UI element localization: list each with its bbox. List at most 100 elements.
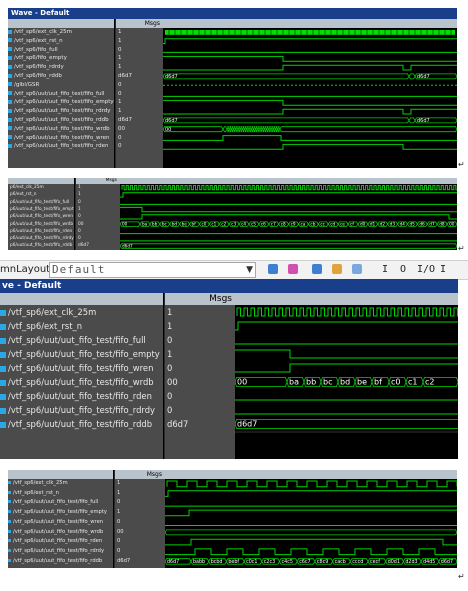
wrdb-bus-label: ba bbox=[289, 378, 299, 387]
msgs-panel: Msgs 1 1 0 1 0 00 0 0 d6d7 bbox=[114, 470, 165, 568]
signal-row[interactable]: /vtf_sp6/uut/uut_fifo_test/fifo_rddb bbox=[8, 557, 113, 567]
signal-name: p6/ext_clk_25m bbox=[10, 185, 44, 190]
signal-row[interactable]: p6/uut/uut_fifo_test/fifo_rdrdy bbox=[8, 235, 74, 242]
signal-value: 0 bbox=[117, 499, 121, 506]
signal-type-icon bbox=[8, 490, 11, 494]
signal-row[interactable]: /vtf_sp6/fifo_empty bbox=[8, 54, 114, 63]
signal-row[interactable]: /vtf_sp6/uut/uut_fifo_test/fifo_rddb bbox=[8, 116, 114, 125]
signal-row[interactable]: /vtf_sp6/uut/uut_fifo_test/fifo_rddb bbox=[0, 417, 163, 431]
signal-row[interactable]: p6/ext_rst_n bbox=[8, 191, 74, 198]
clock-band bbox=[165, 30, 455, 35]
output-filter-button[interactable]: O bbox=[400, 263, 406, 276]
rddb-bus-label: d2d3 bbox=[405, 559, 417, 565]
signal-row[interactable]: /vtf_sp6/uut/uut_fifo_test/fifo_wren bbox=[8, 518, 113, 528]
signal-row[interactable]: /vtf_sp6/uut/uut_fifo_test/fifo_wren bbox=[8, 134, 114, 143]
wrdb-bus-segment bbox=[222, 126, 228, 133]
signal-row[interactable]: /vtf_sp6/uut/uut_fifo_test/fifo_rden bbox=[0, 389, 163, 403]
wrdb-bus-label: be bbox=[182, 222, 188, 227]
wrdb-bus-label: bb bbox=[152, 222, 158, 227]
signal-value: 00 bbox=[78, 221, 84, 227]
msgs-header: Msgs bbox=[115, 470, 165, 479]
waveform-canvas[interactable]: d6d7 babb bcbd bebf c0c1 c2c3 c4c5 c6c7 c8c9 cacb… bbox=[165, 470, 457, 568]
signal-row[interactable]: /vtf_sp6/uut/uut_fifo_test/fifo_full bbox=[8, 90, 114, 99]
signal-row[interactable]: p6/uut/uut_fifo_test/fifo_full bbox=[8, 199, 74, 206]
layout-select[interactable]: Default ▼ bbox=[49, 262, 256, 278]
signal-value: 0 bbox=[118, 143, 122, 150]
signal-row[interactable]: /vtf_sp6/ext_rst_n bbox=[0, 319, 163, 333]
signal-type-icon bbox=[0, 379, 6, 386]
wren-waveform bbox=[163, 135, 457, 141]
msgs-panel: Msgs 1 1 0 1 0 00 0 0 d6d7 bbox=[164, 293, 235, 459]
rddb-bus-label: babb bbox=[193, 559, 205, 565]
wrdb-bus-segment bbox=[163, 126, 224, 133]
signal-row[interactable]: /vtf_sp6/uut/uut_fifo_test/fifo_wrdb bbox=[0, 375, 163, 389]
msgs-panel: Msgs 1 1 0 1 1 d6d7 0 0 1 1 d6d7 00 0 0 bbox=[115, 19, 163, 168]
insert-divider-icon[interactable] bbox=[288, 264, 298, 274]
wave-header bbox=[235, 293, 458, 305]
signal-row[interactable]: /vtf_sp6/uut/uut_fifo_test/fifo_full bbox=[8, 498, 113, 508]
reset-waveform bbox=[120, 192, 457, 198]
signal-row[interactable]: /vtf_sp6/uut/uut_fifo_test/fifo_rdrdy bbox=[8, 547, 113, 557]
wrdb-bus-label: bc bbox=[162, 222, 168, 227]
signal-row[interactable]: p6/uut/uut_fifo_test/fifo_wrdb bbox=[8, 221, 74, 228]
signal-row[interactable]: p6/uut/uut_fifo_test/fifo_wren bbox=[8, 213, 74, 220]
signal-name: /glbl/GSR bbox=[14, 81, 40, 88]
signal-row[interactable]: /vtf_sp6/ext_rst_n bbox=[8, 489, 113, 499]
signal-row[interactable]: /vtf_sp6/ext_clk_25m bbox=[8, 28, 114, 37]
signal-value: 00 bbox=[167, 377, 178, 387]
signal-row[interactable]: /vtf_sp6/uut/uut_fifo_test/fifo_empty bbox=[8, 508, 113, 518]
signal-name: /vtf_sp6/uut/uut_fifo_test/fifo_rdrdy bbox=[13, 547, 105, 554]
waveform-canvas[interactable]: 00 ba bb bc bd be bf c0 c1 c2 c3 c4 c5 c6 c7 c8 c9 ca cb cc… bbox=[120, 178, 457, 250]
signal-row[interactable]: /vtf_sp6/uut/uut_fifo_test/fifo_wren bbox=[0, 361, 163, 375]
signal-row[interactable]: /vtf_sp6/fifo_rddb bbox=[8, 72, 114, 81]
signal-value: 0 bbox=[167, 405, 173, 415]
msgs-header-label: Msgs bbox=[144, 20, 160, 27]
wrdb-bus-label: c7 bbox=[271, 222, 276, 227]
inout-filter-button[interactable]: I/O bbox=[417, 263, 435, 276]
signal-row[interactable]: /vtf_sp6/uut/uut_fifo_test/fifo_wrdb bbox=[8, 125, 114, 134]
signal-row[interactable]: p6/uut/uut_fifo_test/fifo_rden bbox=[8, 228, 74, 235]
signal-row[interactable]: /vtf_sp6/uut/uut_fifo_test/fifo_rdrdy bbox=[0, 403, 163, 417]
signal-row[interactable]: /vtf_sp6/uut/uut_fifo_test/fifo_rden bbox=[8, 142, 114, 151]
signal-row[interactable]: p6/uut/uut_fifo_test/fifo_rddb bbox=[8, 242, 74, 249]
group-icon[interactable] bbox=[312, 264, 322, 274]
signal-row[interactable]: /vtf_sp6/ext_rst_n bbox=[8, 37, 114, 46]
waveform-canvas[interactable]: 00 ba bb bc bd be bf c0 c1 c2 d6d7 bbox=[235, 293, 458, 459]
signal-row[interactable]: /vtf_sp6/fifo_full bbox=[8, 46, 114, 55]
signal-row[interactable]: p6/ext_clk_25m bbox=[8, 184, 74, 191]
signal-type-icon bbox=[8, 108, 12, 113]
signal-row[interactable]: p6/uut/uut_fifo_test/fifo_empty bbox=[8, 206, 74, 213]
wrdb-bus-label: c2 bbox=[425, 378, 435, 387]
signal-row[interactable]: /vtf_sp6/uut/uut_fifo_test/fifo_wrdb bbox=[8, 528, 113, 538]
signal-row[interactable]: /vtf_sp6/uut/uut_fifo_test/fifo_full bbox=[0, 333, 163, 347]
wrdb-bus-label: d2 bbox=[380, 222, 386, 227]
signal-row[interactable]: /vtf_sp6/uut/uut_fifo_test/fifo_empty bbox=[0, 347, 163, 361]
signal-row[interactable]: /vtf_sp6/uut/uut_fifo_test/fifo_rdrdy bbox=[8, 107, 114, 116]
signal-value: 1 bbox=[118, 108, 122, 115]
find-icon[interactable] bbox=[352, 264, 362, 274]
signal-row[interactable]: /vtf_sp6/uut/uut_fifo_test/fifo_empty bbox=[8, 98, 114, 107]
internal-filter-button[interactable]: I bbox=[440, 263, 446, 276]
signal-value: 1 bbox=[117, 480, 121, 486]
waveform-canvas[interactable]: d6d7 d6d7 d6d7 d6d7 00 bbox=[163, 19, 457, 168]
msgs-header: Msgs bbox=[165, 293, 235, 305]
format-icon[interactable] bbox=[332, 264, 342, 274]
rddb-bus-label: d6d7 bbox=[237, 420, 257, 429]
signal-row[interactable]: /vtf_sp6/ext_clk_25m bbox=[0, 305, 163, 319]
input-filter-button[interactable]: I bbox=[382, 263, 388, 276]
add-wave-icon[interactable] bbox=[268, 264, 278, 274]
return-mark: ↵ bbox=[458, 572, 465, 581]
chevron-down-icon[interactable]: ▼ bbox=[246, 263, 253, 277]
rddb-bus-segment bbox=[408, 73, 416, 80]
signal-type-icon bbox=[0, 309, 6, 316]
clock-waveform bbox=[121, 185, 457, 191]
signal-name: /vtf_sp6/ext_rst_n bbox=[13, 489, 59, 496]
signal-row[interactable]: /vtf_sp6/ext_clk_25m bbox=[8, 479, 113, 489]
signal-type-icon bbox=[0, 351, 6, 358]
rdrdy-waveform bbox=[165, 548, 457, 556]
signal-row[interactable]: /vtf_sp6/uut/uut_fifo_test/fifo_rden bbox=[8, 537, 113, 547]
signal-row[interactable]: /glbl/GSR bbox=[8, 81, 114, 90]
signal-row[interactable]: /vtf_sp6/fifo_rdrdy bbox=[8, 63, 114, 72]
wrdb-bus-label: c6 bbox=[261, 222, 266, 227]
wave-window-1: Wave - Default /vtf_sp6/ext_clk_25m/vtf_… bbox=[8, 8, 457, 168]
